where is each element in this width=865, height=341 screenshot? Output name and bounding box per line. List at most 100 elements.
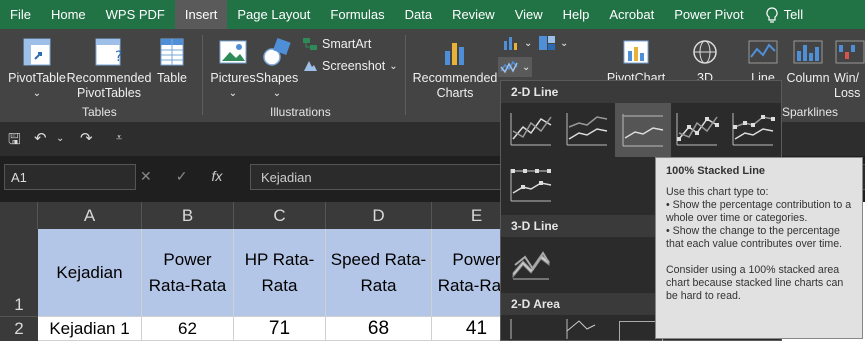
100-stacked-line-chart-option[interactable] [615, 103, 671, 157]
tab-insert[interactable]: Insert [174, 0, 228, 29]
column-header-c[interactable]: C [234, 202, 326, 229]
group-illustrations-label: Illustrations [270, 105, 331, 119]
100-stacked-line-with-markers-chart-option[interactable] [505, 161, 557, 209]
lightbulb-icon [766, 6, 778, 23]
insert-function-icon[interactable]: fx [211, 168, 222, 185]
screenshot-button[interactable]: Screenshot ⌄ [302, 59, 398, 73]
hierarchy-chart-icon [539, 36, 555, 50]
area-chart-option[interactable] [505, 317, 557, 341]
cancel-icon[interactable]: ✕ [140, 168, 152, 185]
table-button[interactable]: Table [152, 37, 192, 86]
tab-home[interactable]: Home [41, 0, 96, 29]
pivottable-label: PivotTable [8, 71, 66, 85]
cell-c1[interactable]: HP Rata-Rata [234, 229, 326, 317]
save-icon[interactable]: 🖫 [8, 129, 21, 154]
3d-line-chart-icon [512, 251, 550, 280]
tab-page-layout[interactable]: Page Layout [227, 0, 320, 29]
tab-help[interactable]: Help [553, 0, 600, 29]
sparkline-column-button[interactable]: Column [784, 37, 832, 86]
tab-view[interactable]: View [505, 0, 553, 29]
sparkline-winloss-label: Win/ Loss [834, 71, 861, 100]
column-chart-button[interactable]: ⌄ [502, 35, 532, 51]
line-chart-button[interactable]: ⌄ [498, 57, 533, 77]
chevron-down-icon[interactable]: ⌄ [56, 133, 64, 144]
column-header-a[interactable]: A [38, 202, 142, 229]
shapes-icon [263, 37, 291, 66]
line-with-markers-chart-option[interactable] [671, 105, 723, 153]
column-header-b[interactable]: B [142, 202, 234, 229]
sparkline-column-icon [793, 40, 823, 64]
sparkline-column-label: Column [786, 71, 830, 85]
tell-label: Tell [783, 7, 804, 22]
tooltip-body: Use this chart type to: • Show the perce… [666, 186, 852, 302]
row-header-2[interactable]: 2 [0, 317, 38, 341]
row-header-1[interactable]: 1 [0, 229, 38, 317]
tell-me-search[interactable]: Tell [754, 0, 814, 29]
3d-line-chart-option[interactable] [505, 239, 557, 287]
stacked-line-chart-icon [566, 113, 608, 146]
name-box[interactable]: A1 [4, 164, 136, 190]
100-stacked-line-with-markers-chart-icon [510, 169, 552, 202]
recommended-pivottables-button[interactable]: ? Recommended PivotTables [67, 37, 151, 101]
ribbon-divider [202, 35, 203, 115]
3d-map-button[interactable]: 3D [686, 37, 724, 86]
sparkline-line-icon [748, 40, 778, 64]
hierarchy-chart-button[interactable]: ⌄ [538, 35, 568, 51]
select-all-corner[interactable] [0, 202, 38, 229]
tab-file[interactable]: File [0, 0, 41, 29]
stacked-line-with-markers-chart-option[interactable] [727, 105, 779, 153]
tab-wps-pdf[interactable]: WPS PDF [96, 0, 175, 29]
stacked-line-chart-option[interactable] [561, 105, 613, 153]
pivottable-icon [23, 38, 51, 66]
chevron-down-icon: ⌄ [524, 37, 533, 49]
ribbon-divider [405, 35, 406, 115]
100-stacked-line-chart-icon [622, 114, 664, 147]
chevron-down-icon: ⌄ [272, 88, 282, 99]
tab-data[interactable]: Data [395, 0, 442, 29]
pictures-button[interactable]: Pictures ⌄ [210, 37, 256, 101]
shapes-button[interactable]: Shapes ⌄ [256, 37, 298, 101]
chevron-down-icon: ⌄ [32, 88, 42, 99]
pictures-label: Pictures [210, 71, 256, 85]
tooltip-title: 100% Stacked Line [666, 165, 766, 177]
chevron-down-icon: ⌄ [228, 88, 238, 99]
cell-d1[interactable]: Speed Rata-Rata [326, 229, 432, 317]
line-chart-icon [500, 60, 518, 74]
enter-icon[interactable]: ✓ [176, 168, 188, 185]
redo-icon[interactable]: ↷ [80, 129, 93, 147]
stacked-area-chart-option[interactable] [561, 317, 613, 341]
tab-formulas[interactable]: Formulas [320, 0, 394, 29]
line-chart-option[interactable] [505, 105, 557, 153]
formula-buttons: ✕ ✓ fx [140, 168, 222, 185]
smartart-button[interactable]: SmartArt [302, 37, 371, 51]
pivotchart-button[interactable]: PivotChart [607, 37, 665, 86]
group-tables-label: Tables [82, 105, 117, 119]
sparkline-winloss-button[interactable]: Win/ Loss [834, 37, 865, 101]
cell-a1[interactable]: Kejadian [38, 229, 142, 317]
menu-bar: File Home WPS PDF Insert Page Layout For… [0, 0, 865, 29]
table-icon [160, 38, 184, 66]
section-2d-line: 2-D Line [501, 81, 781, 103]
cell-c2[interactable]: 71 [234, 317, 326, 341]
sparkline-winloss-icon [835, 40, 865, 64]
pictures-icon [219, 40, 247, 64]
recommended-charts-button[interactable]: Recommended Charts [412, 37, 498, 101]
pivotchart-icon [623, 40, 649, 64]
cell-d2[interactable]: 68 [326, 317, 432, 341]
cell-b1[interactable]: Power Rata-Rata [142, 229, 234, 317]
recommended-pivottables-icon: ? [95, 38, 122, 66]
tab-acrobat[interactable]: Acrobat [599, 0, 664, 29]
recommended-charts-icon [445, 43, 464, 65]
cell-b2[interactable]: 62 [142, 317, 234, 341]
chevron-down-icon: ⌄ [522, 61, 531, 73]
sparkline-line-button[interactable]: Line [746, 37, 780, 86]
pivottable-button[interactable]: PivotTable ⌄ [8, 37, 66, 101]
area-chart-icon [510, 319, 512, 339]
screenshot-label: Screenshot [322, 59, 386, 73]
tab-power-pivot[interactable]: Power Pivot [664, 0, 753, 29]
undo-icon[interactable]: ↶ [34, 129, 47, 147]
column-header-d[interactable]: D [326, 202, 432, 229]
tab-review[interactable]: Review [442, 0, 505, 29]
cell-a2[interactable]: Kejadian 1 [38, 317, 142, 341]
customize-qat-icon[interactable]: ⩡ [116, 132, 122, 145]
